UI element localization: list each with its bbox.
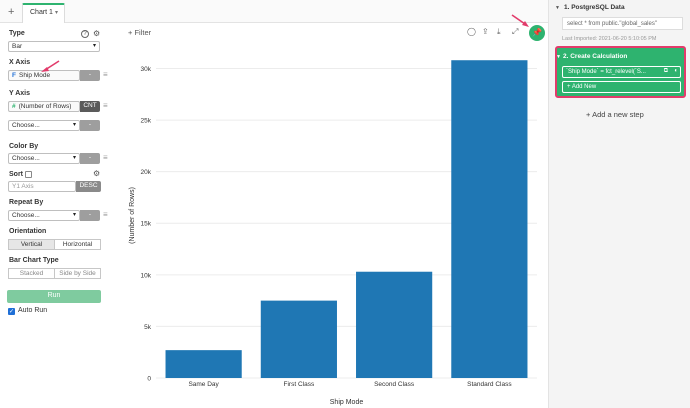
color-by-select[interactable]: Choose... ▾ <box>8 153 80 164</box>
bar <box>260 300 337 378</box>
run-button[interactable]: Run <box>7 290 101 303</box>
step-2-title: 2. Create Calculation <box>563 53 628 60</box>
chevron-down-icon: ▾ <box>92 43 96 49</box>
type-label: Type <box>9 30 25 37</box>
auto-run-checkbox[interactable]: ✓ <box>8 308 15 315</box>
x-tick-label: Standard Class <box>467 381 512 388</box>
gear-icon[interactable]: ⚙ <box>93 169 100 178</box>
y-axis-extra-select[interactable]: Choose... ▾ <box>8 120 80 131</box>
y-tick-label: 10k <box>141 272 152 279</box>
type-select[interactable]: Bar ▾ <box>8 41 100 52</box>
x-axis-label: X Axis <box>9 59 31 66</box>
repeat-by-select[interactable]: Choose... ▾ <box>8 210 80 221</box>
color-by-agg-button[interactable]: - <box>80 153 100 164</box>
last-imported-text: Last Imported: 2021-06-20 5:10:05 PM <box>562 36 657 42</box>
step-1-title[interactable]: 1. PostgreSQL Data <box>564 4 625 11</box>
bar-type-stacked[interactable]: Stacked <box>8 268 55 279</box>
chevron-down-icon[interactable]: ▾ <box>55 10 58 16</box>
collapse-caret-icon[interactable]: ▼ <box>556 54 561 60</box>
tab-bar: + Chart 1 ▾ <box>0 0 548 23</box>
bar-chart: 0 5k 10k 15k 20k 25k 30k Same Day First Class Sec… <box>129 60 537 406</box>
numeric-type-icon: # <box>12 103 16 110</box>
drag-handle-icon[interactable]: ≡ <box>103 210 108 219</box>
y-tick-label: 15k <box>141 221 152 228</box>
factor-type-icon: F <box>12 72 16 79</box>
x-tick-label: Second Class <box>374 381 415 388</box>
chevron-down-icon: ▾ <box>72 212 76 218</box>
repeat-by-value: Choose... <box>12 212 40 219</box>
create-calculation-step[interactable]: ▼ 2. Create Calculation `Ship Mode` = fc… <box>555 46 686 98</box>
x-axis-title: Ship Mode <box>330 399 364 406</box>
sort-label: Sort <box>9 171 23 178</box>
drag-handle-icon[interactable]: ≡ <box>103 101 108 110</box>
y-axis-field[interactable]: # (Number of Rows) <box>8 101 80 112</box>
y-axis-title: (Number of Rows) <box>129 187 136 244</box>
x-axis-field-value: Ship Mode <box>18 72 51 79</box>
y-axis-agg-button[interactable]: CNT <box>80 101 100 112</box>
y-tick-label: 30k <box>141 66 152 73</box>
help-icon[interactable]: ? <box>81 30 89 38</box>
y-tick-label: 20k <box>141 169 152 176</box>
color-by-value: Choose... <box>12 155 40 162</box>
gear-icon[interactable]: ⚙ <box>93 29 100 38</box>
drag-handle-icon[interactable]: ≡ <box>103 153 108 162</box>
color-by-label: Color By <box>9 143 39 150</box>
y-tick-label: 0 <box>147 376 151 383</box>
y-tick-label: 5k <box>144 324 152 331</box>
add-new-button[interactable]: + Add New <box>562 81 681 93</box>
annotation-arrow-icon <box>41 60 60 72</box>
calculation-expression-text: `Ship Mode` = fct_relevel(`S... <box>566 69 646 75</box>
auto-run-label: Auto Run <box>18 307 48 314</box>
orientation-vertical[interactable]: Vertical <box>8 239 55 250</box>
y-axis-label: Y Axis <box>9 90 31 97</box>
steps-panel: ▼ 1. PostgreSQL Data select * from publi… <box>548 0 690 408</box>
add-step-button[interactable]: + Add a new step <box>586 110 644 119</box>
chevron-down-icon: ▾ <box>72 155 76 161</box>
bar <box>165 350 242 378</box>
y-axis-extra-agg-button[interactable]: - <box>80 120 100 131</box>
bar-type-side-by-side[interactable]: Side by Side <box>54 268 101 279</box>
drag-handle-icon[interactable]: ≡ <box>103 70 108 79</box>
repeat-by-label: Repeat By <box>9 199 44 206</box>
y-axis-extra-value: Choose... <box>12 122 40 129</box>
bar-chart-type-label: Bar Chart Type <box>9 257 59 264</box>
sql-query-box[interactable]: select * from public."global_sales" <box>562 17 683 30</box>
collapse-caret-icon[interactable]: ▼ <box>555 5 560 11</box>
orientation-horizontal[interactable]: Horizontal <box>54 239 101 250</box>
add-step-label: Add a new step <box>592 110 644 119</box>
orientation-label: Orientation <box>9 228 47 235</box>
sort-checkbox[interactable] <box>25 171 32 178</box>
x-tick-label: First Class <box>284 381 315 388</box>
add-tab-button[interactable]: + <box>8 6 14 18</box>
sort-field[interactable]: Y1 Axis <box>8 181 76 192</box>
bar <box>356 271 433 378</box>
repeat-by-agg-button[interactable]: - <box>80 210 100 221</box>
type-select-value: Bar <box>12 43 23 50</box>
y-tick-label: 25k <box>141 118 152 125</box>
tab-chart-1[interactable]: Chart 1 ▾ <box>22 3 65 23</box>
toggle-icon[interactable]: ◐ <box>674 68 678 74</box>
sort-field-placeholder: Y1 Axis <box>12 183 34 190</box>
tab-label: Chart 1 <box>30 9 53 16</box>
calculation-expression[interactable]: `Ship Mode` = fct_relevel(`S... ⧉ ◐ <box>562 66 681 78</box>
x-axis-agg-button[interactable]: - <box>80 70 100 81</box>
y-axis-field-value: (Number of Rows) <box>18 103 72 110</box>
bar <box>451 60 528 378</box>
sort-order-button[interactable]: DESC <box>76 181 101 192</box>
chart-config-panel: Type ? ⚙ Bar ▾ X Axis F Ship Mode - ≡ Y A… <box>0 23 113 408</box>
copy-icon[interactable]: ⧉ <box>664 68 668 75</box>
chevron-down-icon: ▾ <box>72 122 76 128</box>
x-tick-label: Same Day <box>188 381 219 388</box>
